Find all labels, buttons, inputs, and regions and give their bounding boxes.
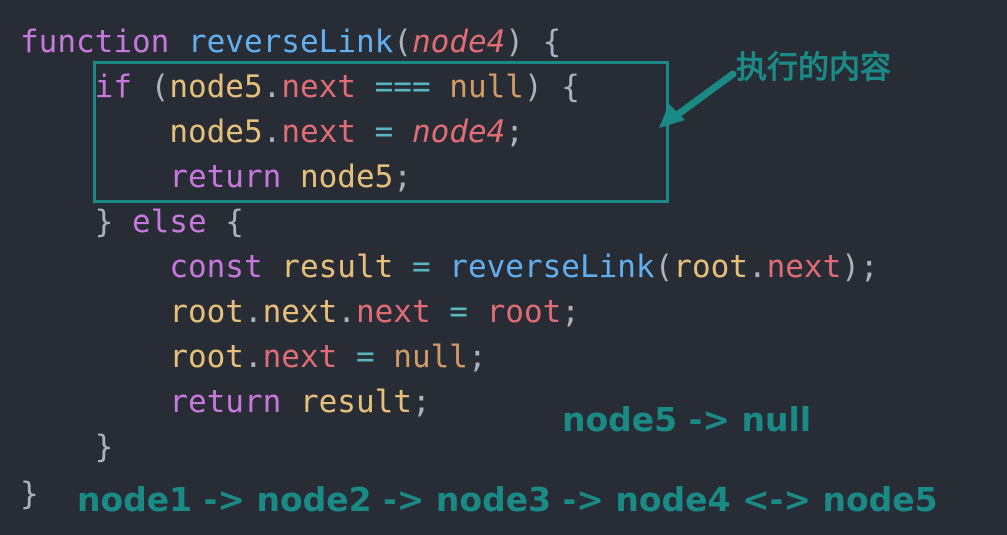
paren-open: ( — [654, 249, 674, 285]
semicolon: ; — [411, 384, 431, 420]
function-name: reverseLink — [187, 24, 394, 60]
semicolon: ; — [467, 339, 487, 375]
keyword-function: function — [20, 24, 170, 60]
annotation-linked-list-chain: node1 -> node2 -> node3 -> node4 <-> nod… — [77, 480, 938, 519]
code-line-8: root.next = null; — [20, 335, 487, 380]
code-line-7: root.next.next = root; — [20, 290, 580, 335]
brace-close: } — [20, 476, 39, 512]
function-call: reverseLink — [449, 249, 655, 285]
var-result: result — [281, 384, 412, 420]
code-line-1: function reverseLink(node4) { — [20, 20, 561, 65]
executed-block-highlight — [93, 61, 669, 203]
var-root: root — [169, 294, 244, 330]
code-line-11: } — [20, 472, 39, 517]
prop-next: next — [262, 339, 338, 375]
operator: = — [337, 339, 394, 375]
var-root: root — [486, 294, 562, 330]
code-line-5: } else { — [20, 200, 244, 245]
keyword-else: else — [131, 204, 207, 240]
paren-open: ( — [393, 24, 412, 60]
keyword-return: return — [169, 384, 282, 420]
operator: = — [430, 294, 487, 330]
annotation-executed-content: 执行的内容 — [736, 50, 891, 86]
arrow-icon — [659, 70, 737, 128]
dot: . — [337, 294, 356, 330]
code-line-6: const result = reverseLink(root.next); — [20, 245, 879, 290]
semicolon: ; — [561, 294, 580, 330]
var-root: root — [673, 249, 748, 285]
param-node4: node4 — [411, 24, 506, 60]
prop-next: next — [355, 294, 431, 330]
var-root: root — [169, 339, 244, 375]
annotation-node5-state: node5 -> null — [562, 400, 812, 439]
dot: . — [243, 339, 263, 375]
var-result: result — [262, 249, 394, 285]
dot: . — [243, 294, 263, 330]
brace-open: { — [206, 204, 244, 240]
operator: = — [393, 249, 450, 285]
paren-close-brace: ) { — [505, 24, 562, 60]
brace-close: } — [94, 204, 132, 240]
code-line-9: return result; — [20, 380, 431, 425]
prop-next: next — [766, 249, 842, 285]
literal-null: null — [393, 339, 468, 375]
brace-close: } — [94, 429, 114, 465]
dot: . — [747, 249, 767, 285]
code-line-10: } — [20, 425, 114, 470]
code-editor: function reverseLink(node4) { if (node5.… — [0, 0, 1007, 535]
paren-close: ); — [841, 249, 879, 285]
prop-next: next — [262, 294, 338, 330]
keyword-const: const — [169, 249, 263, 285]
